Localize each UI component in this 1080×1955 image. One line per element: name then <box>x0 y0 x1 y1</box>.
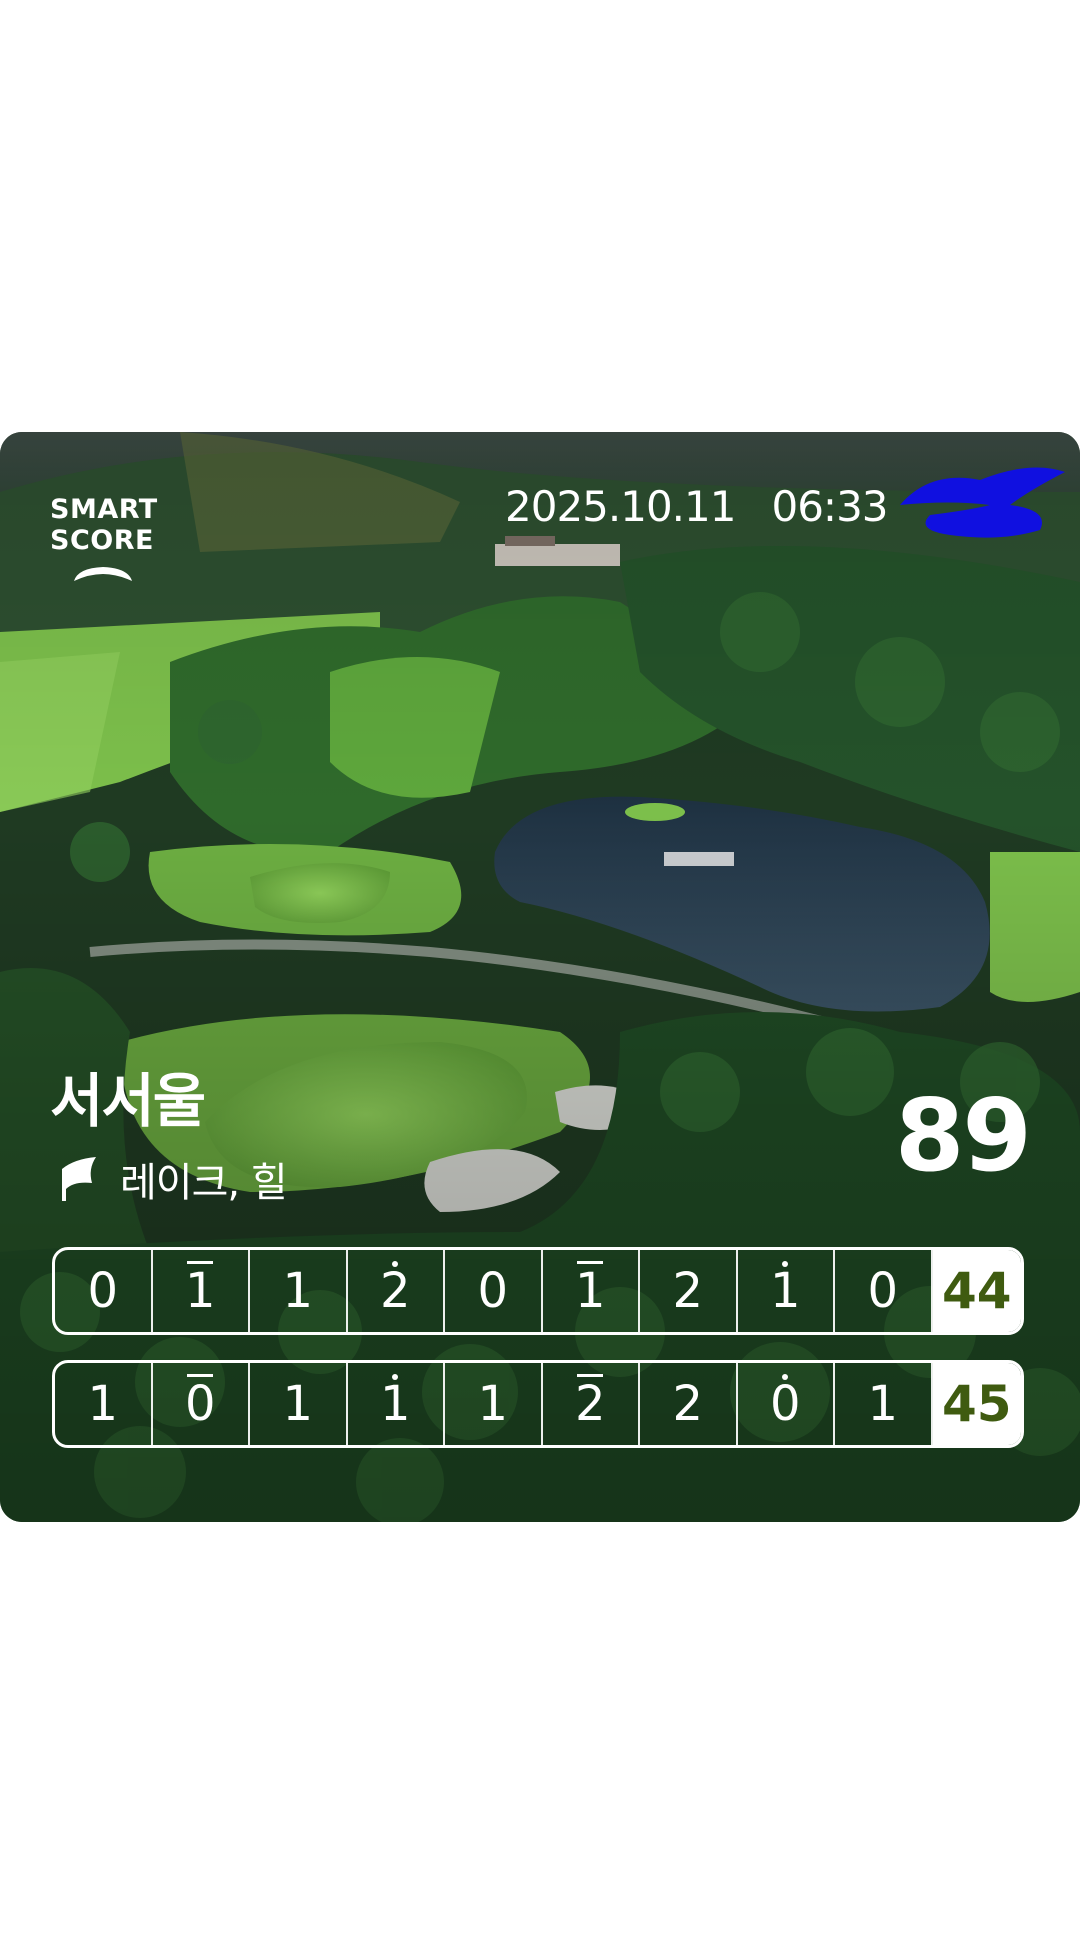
scorecard: SMART SCORE 2025.10.11 06:33 서서울 레이크, 힐 8… <box>0 432 1080 1522</box>
round-datetime: 2025.10.11 06:33 <box>505 482 889 531</box>
hole-score: 1 <box>153 1250 250 1332</box>
front-nine-row: 0 1 1 2 0 1 2 1 0 44 <box>52 1247 1024 1335</box>
back-nine-subtotal: 45 <box>932 1363 1021 1445</box>
bogey-mark <box>577 1261 604 1264</box>
logo-line-2: SCORE <box>50 525 154 556</box>
hole-score: 2 <box>640 1250 738 1332</box>
dot-mark <box>392 1261 399 1267</box>
back-nine-row: 1 0 1 1 1 2 2 0 1 45 <box>52 1360 1024 1448</box>
hole-score: 0 <box>835 1250 933 1332</box>
hole-score: 0 <box>55 1250 153 1332</box>
sub-course-names: 레이크, 힐 <box>120 1160 288 1206</box>
hole-score: 2 <box>640 1363 738 1445</box>
bogey-mark <box>577 1374 604 1377</box>
hole-score: 0 <box>738 1363 835 1445</box>
front-nine-subtotal: 44 <box>932 1250 1021 1332</box>
photo-overlay <box>0 432 1080 1522</box>
hole-score: 1 <box>738 1250 835 1332</box>
bogey-mark <box>187 1374 214 1377</box>
hole-score: 1 <box>835 1363 933 1445</box>
redaction-scribble <box>900 467 1065 538</box>
round-time: 06:33 <box>771 482 888 531</box>
hole-score: 0 <box>445 1250 543 1332</box>
hole-score: 0 <box>153 1363 250 1445</box>
hole-score: 2 <box>543 1363 640 1445</box>
bogey-mark <box>187 1261 214 1264</box>
sub-course: 레이크, 힐 <box>58 1150 288 1208</box>
hole-score: 1 <box>55 1363 153 1445</box>
golf-cap-icon <box>74 567 132 581</box>
dot-mark <box>782 1261 789 1267</box>
dot-mark <box>782 1374 789 1380</box>
hole-score: 1 <box>250 1363 348 1445</box>
hole-score: 1 <box>250 1250 348 1332</box>
dot-mark <box>392 1374 399 1380</box>
hole-score: 1 <box>445 1363 543 1445</box>
round-date: 2025.10.11 <box>505 482 736 531</box>
logo-line-1: SMART <box>50 494 158 525</box>
hole-score: 1 <box>543 1250 640 1332</box>
smart-score-logo: SMART SCORE <box>50 494 158 584</box>
hole-score: 1 <box>348 1363 445 1445</box>
flag-icon <box>62 1157 96 1201</box>
course-name: 서서울 <box>50 1067 206 1135</box>
total-score: 89 <box>894 1077 1032 1194</box>
hole-score: 2 <box>348 1250 445 1332</box>
